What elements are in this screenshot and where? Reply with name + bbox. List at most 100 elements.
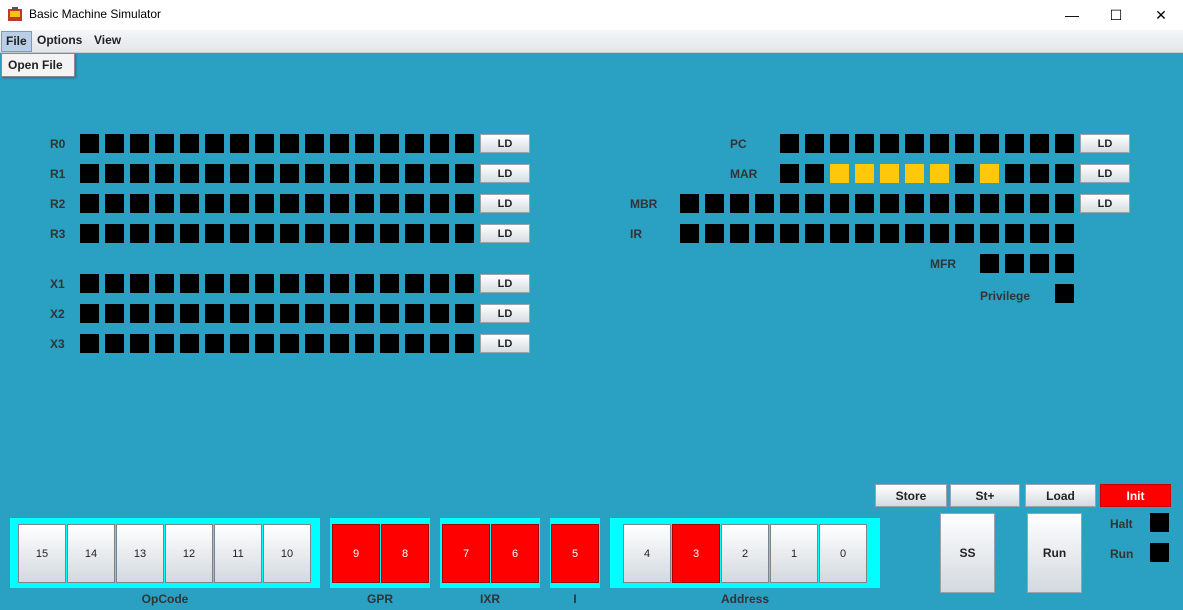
x2-bit	[355, 304, 374, 323]
r2-bit	[180, 194, 199, 213]
r0-bit	[180, 134, 199, 153]
r1-bit	[455, 164, 474, 183]
r1-bit	[405, 164, 424, 183]
switch-11[interactable]: 11	[214, 524, 262, 583]
mbr-bit	[830, 194, 849, 213]
mar-bit	[955, 164, 974, 183]
close-icon: ✕	[1155, 6, 1167, 23]
r0-ld-button[interactable]: LD	[480, 134, 530, 153]
switch-2[interactable]: 2	[721, 524, 769, 583]
mar-bit	[930, 164, 949, 183]
store-plus-button[interactable]: St+	[950, 484, 1020, 507]
r2-bit	[255, 194, 274, 213]
x1-bit	[130, 274, 149, 293]
r3-bit	[230, 224, 249, 243]
switch-4[interactable]: 4	[623, 524, 671, 583]
r0-bit	[230, 134, 249, 153]
pc-bit	[880, 134, 899, 153]
load-button[interactable]: Load	[1025, 484, 1096, 507]
x2-bit	[180, 304, 199, 323]
open-file-menu-item[interactable]: Open File	[8, 58, 63, 72]
mfr-bit	[1030, 254, 1049, 273]
x3-bit	[230, 334, 249, 353]
menu-options[interactable]: Options	[33, 31, 86, 50]
switch-10[interactable]: 10	[263, 524, 311, 583]
app-icon	[8, 7, 22, 21]
r2-bit	[305, 194, 324, 213]
x2-bit	[305, 304, 324, 323]
menu-view[interactable]: View	[90, 31, 125, 50]
switch-7[interactable]: 7	[442, 524, 490, 583]
single-step-button[interactable]: SS	[940, 513, 995, 593]
x2-bit	[455, 304, 474, 323]
x1-bit	[430, 274, 449, 293]
store-button[interactable]: Store	[875, 484, 947, 507]
mar-bit	[905, 164, 924, 183]
pc-bit	[1030, 134, 1049, 153]
switch-1[interactable]: 1	[770, 524, 818, 583]
mar-bit	[880, 164, 899, 183]
pc-bit	[1005, 134, 1024, 153]
x2-bit	[405, 304, 424, 323]
r0-bit	[405, 134, 424, 153]
run-button[interactable]: Run	[1027, 513, 1082, 593]
pc-ld-button[interactable]: LD	[1080, 134, 1130, 153]
r0-bit	[380, 134, 399, 153]
r0-bit	[80, 134, 99, 153]
window-title: Basic Machine Simulator	[29, 7, 162, 21]
opcode-group-label: OpCode	[141, 592, 189, 606]
ir-bit	[705, 224, 724, 243]
x1-ld-button[interactable]: LD	[480, 274, 530, 293]
close-button[interactable]: ✕	[1138, 0, 1183, 30]
switch-15[interactable]: 15	[18, 524, 66, 583]
mar-ld-button[interactable]: LD	[1080, 164, 1130, 183]
mar-bit	[830, 164, 849, 183]
x2-bit	[80, 304, 99, 323]
ir-bit	[830, 224, 849, 243]
x3-label: X3	[50, 337, 65, 351]
mbr-bit	[1055, 194, 1074, 213]
r2-bit	[205, 194, 224, 213]
ir-bit	[905, 224, 924, 243]
x3-bit	[180, 334, 199, 353]
maximize-button[interactable]: ☐	[1093, 0, 1139, 30]
switch-14[interactable]: 14	[67, 524, 115, 583]
x3-ld-button[interactable]: LD	[480, 334, 530, 353]
pc-bit	[980, 134, 999, 153]
r3-ld-button[interactable]: LD	[480, 224, 530, 243]
r2-ld-button[interactable]: LD	[480, 194, 530, 213]
pc-bit	[1055, 134, 1074, 153]
r0-bit	[255, 134, 274, 153]
menu-file[interactable]: File	[1, 31, 32, 52]
switch-9[interactable]: 9	[332, 524, 380, 583]
r1-ld-button[interactable]: LD	[480, 164, 530, 183]
r1-bit	[105, 164, 124, 183]
switch-13[interactable]: 13	[116, 524, 164, 583]
minimize-button[interactable]: —	[1049, 0, 1095, 30]
r3-bit	[355, 224, 374, 243]
title-bar	[0, 0, 1183, 30]
switch-0[interactable]: 0	[819, 524, 867, 583]
r2-bit	[330, 194, 349, 213]
file-menu-popup: Open File	[1, 53, 75, 77]
r2-bit	[80, 194, 99, 213]
switch-8[interactable]: 8	[381, 524, 429, 583]
r2-bit	[130, 194, 149, 213]
address-group-label: Address	[720, 592, 770, 606]
mar-label: MAR	[730, 167, 758, 181]
maximize-icon: ☐	[1109, 6, 1123, 23]
switch-3[interactable]: 3	[672, 524, 720, 583]
x3-bit	[405, 334, 424, 353]
switch-5[interactable]: 5	[551, 524, 599, 583]
switch-12[interactable]: 12	[165, 524, 213, 583]
x2-ld-button[interactable]: LD	[480, 304, 530, 323]
r1-bit	[130, 164, 149, 183]
init-button[interactable]: Init	[1100, 484, 1171, 507]
r2-bit	[280, 194, 299, 213]
x3-bit	[280, 334, 299, 353]
mbr-ld-button[interactable]: LD	[1080, 194, 1130, 213]
r3-bit	[305, 224, 324, 243]
mbr-bit	[780, 194, 799, 213]
switch-6[interactable]: 6	[491, 524, 539, 583]
r2-bit	[355, 194, 374, 213]
